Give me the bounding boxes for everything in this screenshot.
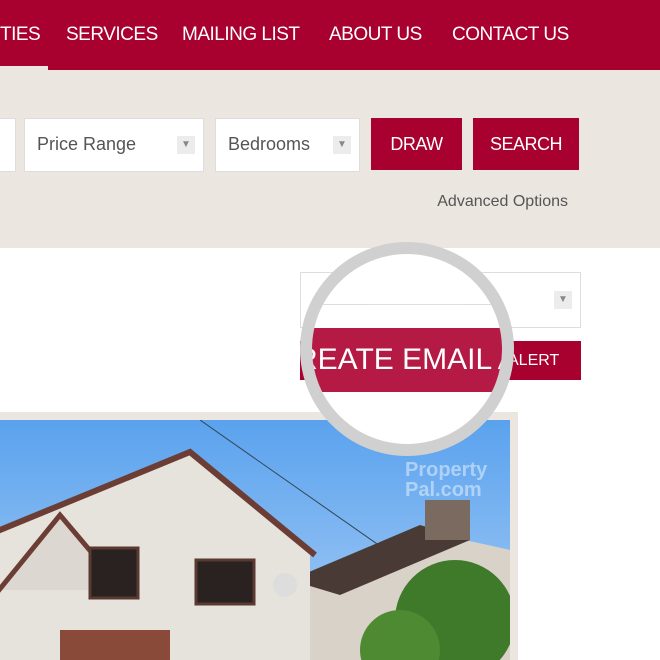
draw-button[interactable]: DRAW [371,118,462,170]
nav-item-services[interactable]: SERVICES [66,24,158,46]
chevron-down-icon: ▼ [333,136,351,154]
nav-item-mailing-list[interactable]: MAILING LIST [182,24,300,46]
magnifier-lens: REATE EMAIL AL [300,242,514,456]
nav-item-about-us[interactable]: ABOUT US [329,24,422,46]
price-range-select[interactable]: Price Range ▼ [24,118,204,172]
bedrooms-select[interactable]: Bedrooms ▼ [215,118,360,172]
main-nav: TIES SERVICES MAILING LIST ABOUT US CONT… [0,0,660,70]
property-photo[interactable]: Property Pal.com [0,420,510,660]
lens-glint [352,254,482,324]
nav-item-properties[interactable]: TIES [0,24,41,46]
house-illustration [0,420,510,660]
watermark-line-2: Pal.com [405,479,482,501]
chevron-down-icon: ▼ [554,291,572,309]
nav-item-contact-us[interactable]: CONTACT US [452,24,569,46]
bedrooms-label: Bedrooms [228,134,311,154]
advanced-options-link[interactable]: Advanced Options [437,193,568,211]
chevron-down-icon: ▼ [177,136,195,154]
propertypal-watermark: Property Pal.com [405,460,487,500]
price-range-label: Price Range [37,134,137,154]
search-button[interactable]: SEARCH [473,118,579,170]
watermark-line-1: Property [405,459,488,481]
location-select[interactable] [0,118,16,172]
magnified-alert-button: REATE EMAIL AL [312,328,502,392]
